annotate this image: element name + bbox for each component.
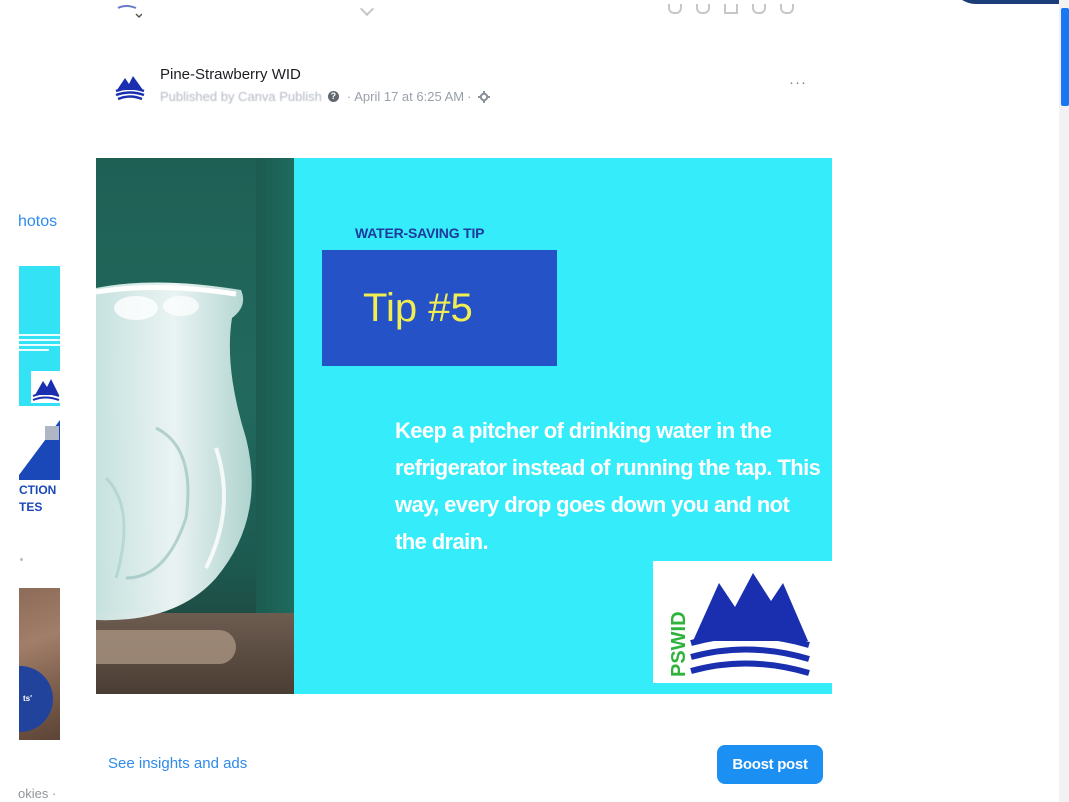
action-icon-5[interactable]	[780, 4, 794, 14]
cookies-link[interactable]: okies ·	[18, 786, 56, 801]
thumbnail-text-lines	[19, 331, 60, 354]
published-by-text: Published by Canva Publish	[160, 89, 322, 104]
action-icon-4[interactable]	[752, 4, 766, 14]
post-timestamp[interactable]: April 17 at 6:25 AM	[354, 89, 464, 104]
page-logo-icon[interactable]	[116, 2, 143, 20]
photo-finger	[96, 630, 236, 664]
photo-thumbnail-1[interactable]	[19, 266, 60, 406]
photo-thumbnail-2[interactable]	[19, 420, 60, 480]
gear-icon[interactable]	[478, 90, 491, 103]
meta-separator: ·	[346, 89, 352, 104]
post-image[interactable]: WATER-SAVING TIP Tip #5 Keep a pitcher o…	[96, 158, 832, 694]
scrollbar-thumb[interactable]	[1061, 8, 1069, 106]
boost-post-button[interactable]: Boost post	[717, 745, 823, 784]
tip-body-text: Keep a pitcher of drinking water in the …	[395, 418, 821, 554]
see-insights-link[interactable]: See insights and ads	[108, 755, 247, 772]
photos-link[interactable]: hotos	[18, 213, 57, 231]
action-icon-2[interactable]	[696, 4, 710, 14]
thumbnail-badge-text: ts'	[23, 694, 33, 703]
separator-dot	[20, 558, 23, 561]
thumbnail-logo	[31, 371, 60, 403]
chevron-icon[interactable]	[359, 1, 375, 17]
meta-separator-2: ·	[467, 89, 472, 104]
action-icon-3[interactable]	[724, 4, 738, 14]
top-action-icons	[668, 4, 794, 14]
post-meta: Published by Canva Publish ? · April 17 …	[160, 89, 491, 104]
pitcher-illustration	[96, 282, 252, 621]
caption-line-1: CTION	[19, 483, 57, 497]
info-icon[interactable]: ?	[327, 91, 339, 102]
page-name-link[interactable]: Pine-Strawberry WID	[160, 66, 301, 83]
tip-category-label: WATER-SAVING TIP	[355, 225, 485, 241]
left-sidebar-column: hotos CTION TES ts' okies ·	[0, 0, 62, 802]
logo-text: PSWID	[668, 611, 690, 677]
scrollbar-track[interactable]	[1059, 0, 1069, 802]
caption-line-2: TES	[19, 500, 43, 514]
tip-number: Tip #5	[363, 286, 473, 330]
top-right-decoration	[950, 0, 1069, 4]
pswid-logo: PSWID	[653, 561, 832, 683]
page-avatar[interactable]	[114, 70, 146, 102]
more-options-button[interactable]: ···	[789, 74, 807, 91]
action-icon-1[interactable]	[668, 4, 682, 14]
thumbnail-2-caption: CTION TES	[19, 482, 56, 516]
photo-thumbnail-3[interactable]: ts'	[19, 588, 60, 740]
